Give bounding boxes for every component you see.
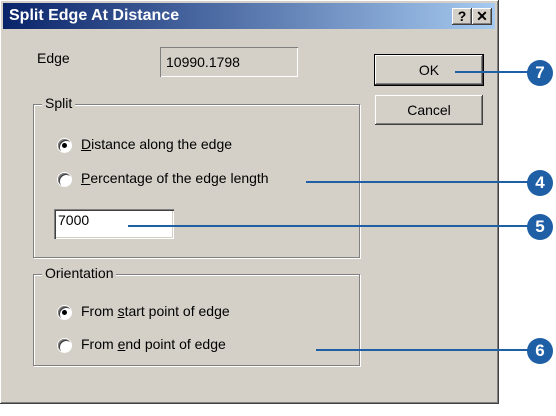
edge-value-field: 10990.1798 — [160, 47, 298, 77]
distance-radio[interactable] — [58, 139, 71, 152]
percentage-radio-label[interactable]: Percentage of the edge length — [81, 170, 269, 186]
callout-6-line — [316, 349, 531, 351]
start-point-radio[interactable] — [58, 306, 71, 319]
orientation-group: Orientation From start point of edge Fro… — [33, 265, 360, 366]
distance-radio-label[interactable]: Distance along the edge — [81, 136, 232, 152]
help-button[interactable]: ? — [452, 8, 472, 25]
percentage-radio[interactable] — [58, 173, 71, 186]
callout-7-line — [455, 71, 531, 73]
dialog-title: Split Edge At Distance — [9, 7, 180, 24]
edge-value: 10990.1798 — [166, 54, 240, 70]
edge-label: Edge — [37, 50, 70, 66]
callout-5-line — [128, 225, 531, 227]
callout-5: 5 — [527, 214, 553, 240]
close-icon: ✕ — [476, 8, 488, 24]
title-bar[interactable]: Split Edge At Distance ? ✕ — [3, 3, 495, 29]
callout-6: 6 — [527, 338, 553, 364]
callout-4-line — [306, 181, 531, 183]
help-icon: ? — [457, 8, 467, 24]
orientation-group-title: Orientation — [42, 265, 117, 281]
cancel-button[interactable]: Cancel — [375, 95, 483, 125]
start-point-radio-label[interactable]: From start point of edge — [81, 303, 230, 319]
end-point-radio[interactable] — [58, 339, 71, 352]
split-group-title: Split — [42, 95, 76, 111]
end-point-radio-label[interactable]: From end point of edge — [81, 336, 226, 352]
callout-7: 7 — [527, 60, 553, 86]
callout-4: 4 — [527, 170, 553, 196]
split-value-input[interactable]: 7000 — [54, 209, 174, 239]
ok-button[interactable]: OK — [374, 54, 484, 86]
close-button[interactable]: ✕ — [472, 8, 492, 25]
split-edge-dialog: Split Edge At Distance ? ✕ Edge 10990.17… — [0, 0, 499, 404]
